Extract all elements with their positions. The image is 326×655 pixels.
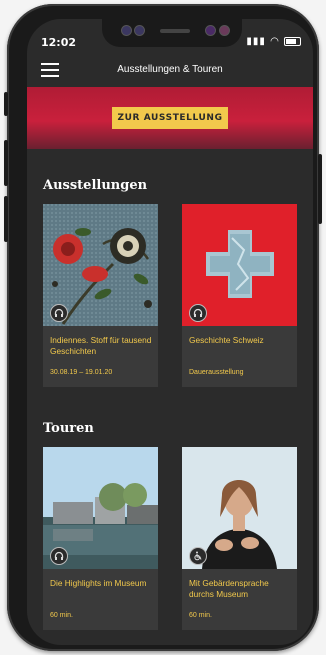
- exhibition-cta-button[interactable]: ZUR AUSSTELLUNG: [112, 107, 228, 129]
- status-icons: ▮▮▮ ◠: [246, 36, 301, 47]
- battery-icon: [284, 36, 301, 46]
- card-title: Mit Gebärdensprache durchs Museum: [189, 578, 269, 599]
- camera-icon: [122, 26, 131, 35]
- section-title-tours: Touren: [43, 421, 94, 436]
- power-button: [318, 154, 322, 224]
- card-title: Indiennes. Stoff für tausend Geschichten: [50, 335, 152, 356]
- wheelchair-icon: [189, 547, 207, 565]
- exhibition-card[interactable]: Indiennes. Stoff für tausend Geschichten…: [43, 204, 158, 387]
- menu-icon[interactable]: [41, 63, 59, 77]
- notch: [102, 19, 242, 47]
- headphones-icon: [50, 304, 68, 322]
- headphones-icon: [50, 547, 68, 565]
- face-id-sensor-icon: [206, 26, 215, 35]
- app-header: Ausstellungen & Touren: [27, 51, 313, 87]
- page-title: Ausstellungen & Touren: [117, 63, 223, 75]
- sensor-icon: [135, 26, 144, 35]
- front-camera-icon: [220, 26, 229, 35]
- card-meta: 60 min.: [189, 612, 212, 619]
- signal-icon: ▮▮▮: [246, 36, 266, 47]
- card-title: Die Highlights im Museum: [50, 578, 147, 588]
- phone-frame: 12:02 ▮▮▮ ◠ Ausstellungen & Touren ZUR A…: [4, 4, 322, 651]
- status-time: 12:02: [41, 36, 77, 49]
- tour-card[interactable]: Die Highlights im Museum 60 min.: [43, 447, 158, 630]
- headphones-icon: [189, 304, 207, 322]
- volume-up-button: [4, 140, 8, 186]
- card-meta: Dauerausstellung: [189, 369, 244, 376]
- screen: 12:02 ▮▮▮ ◠ Ausstellungen & Touren ZUR A…: [27, 19, 313, 645]
- section-title-exhibitions: Ausstellungen: [43, 178, 148, 193]
- tour-card[interactable]: Mit Gebärdensprache durchs Museum 60 min…: [182, 447, 297, 630]
- hero-banner: ZUR AUSSTELLUNG: [27, 87, 313, 149]
- wifi-icon: ◠: [270, 36, 280, 47]
- exhibition-card[interactable]: Geschichte Schweiz Dauerausstellung: [182, 204, 297, 387]
- mute-switch: [4, 92, 8, 116]
- card-title: Geschichte Schweiz: [189, 335, 264, 345]
- volume-down-button: [4, 196, 8, 242]
- speaker-grille: [160, 29, 190, 33]
- card-meta: 60 min.: [50, 612, 73, 619]
- card-meta: 30.08.19 – 19.01.20: [50, 369, 113, 376]
